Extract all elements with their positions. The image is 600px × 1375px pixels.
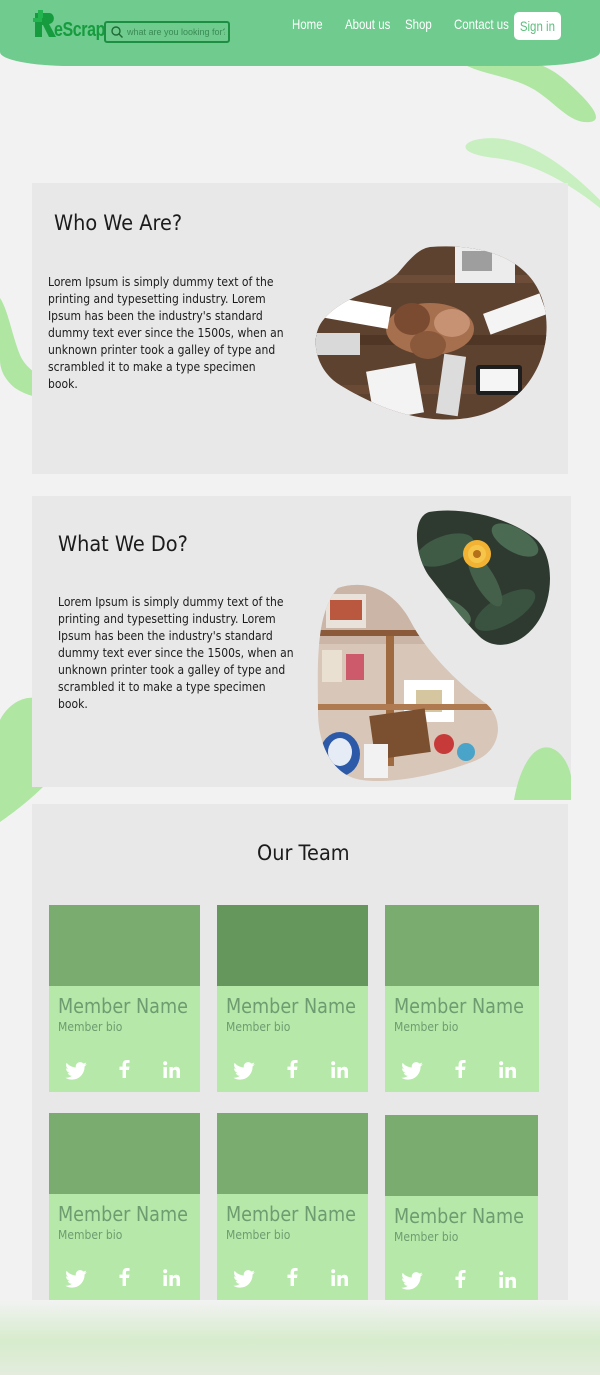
facebook-icon[interactable] <box>113 1057 137 1081</box>
who-we-are-title: Who We Are? <box>54 211 183 235</box>
member-name: Member Name <box>58 994 188 1018</box>
search-icon <box>111 26 123 38</box>
sign-in-label: Sign in <box>519 18 556 34</box>
member-bio: Member bio <box>226 1020 291 1034</box>
search-box[interactable] <box>104 21 230 43</box>
linkedin-icon[interactable] <box>159 1265 183 1289</box>
team-member-card: Member Name Member bio <box>217 905 368 1092</box>
member-bio: Member bio <box>58 1020 123 1034</box>
nav-home[interactable]: Home <box>292 16 323 36</box>
decor-blob-corner <box>514 747 571 800</box>
member-name: Member Name <box>226 1202 356 1226</box>
team-member-card: Member Name Member bio <box>385 905 539 1092</box>
shop-shelf-image <box>317 584 498 782</box>
member-bio: Member bio <box>394 1020 459 1034</box>
linkedin-icon[interactable] <box>327 1265 351 1289</box>
search-input[interactable] <box>127 27 225 37</box>
our-team-title: Our Team <box>257 841 350 865</box>
member-photo <box>385 905 539 986</box>
twitter-icon[interactable] <box>232 1059 256 1083</box>
member-bio: Member bio <box>226 1228 291 1242</box>
nav-contact-us[interactable]: Contact us <box>454 16 509 36</box>
what-we-do-section: What We Do? Lorem Ipsum is simply dummy … <box>32 496 571 800</box>
member-bio: Member bio <box>394 1230 459 1244</box>
team-member-card: Member Name Member bio <box>49 1113 200 1300</box>
what-we-do-title: What We Do? <box>58 532 188 556</box>
member-name: Member Name <box>394 1204 524 1228</box>
facebook-icon[interactable] <box>281 1057 305 1081</box>
linkedin-icon[interactable] <box>495 1267 519 1291</box>
twitter-icon[interactable] <box>232 1267 256 1291</box>
member-bio: Member bio <box>58 1228 123 1242</box>
facebook-icon[interactable] <box>281 1265 305 1289</box>
member-name: Member Name <box>394 994 524 1018</box>
nav-shop[interactable]: Shop <box>405 16 432 36</box>
linkedin-icon[interactable] <box>495 1057 519 1081</box>
linkedin-icon[interactable] <box>327 1057 351 1081</box>
facebook-icon[interactable] <box>449 1267 473 1291</box>
member-photo <box>385 1115 538 1196</box>
footer-fade <box>0 1300 600 1375</box>
member-name: Member Name <box>226 994 356 1018</box>
facebook-icon[interactable] <box>113 1265 137 1289</box>
site-header: eScrap Home About us Shop Contact us Sig… <box>0 0 600 66</box>
member-photo <box>49 1113 200 1194</box>
teamwork-image <box>315 246 547 420</box>
linkedin-icon[interactable] <box>159 1057 183 1081</box>
team-member-card: Member Name Member bio <box>49 905 200 1092</box>
team-member-card: Member Name Member bio <box>385 1115 538 1301</box>
sign-in-button[interactable]: Sign in <box>514 12 561 40</box>
twitter-icon[interactable] <box>64 1059 88 1083</box>
twitter-icon[interactable] <box>400 1269 424 1293</box>
twitter-icon[interactable] <box>64 1267 88 1291</box>
what-we-do-text: Lorem Ipsum is simply dummy text of the … <box>58 595 294 711</box>
facebook-icon[interactable] <box>449 1057 473 1081</box>
nav-about-us[interactable]: About us <box>345 16 390 36</box>
member-photo <box>217 1113 368 1194</box>
member-photo <box>49 905 200 986</box>
who-we-are-section: Who We Are? Lorem Ipsum is simply dummy … <box>32 183 568 474</box>
team-member-card: Member Name Member bio <box>217 1113 368 1300</box>
member-photo <box>217 905 368 986</box>
member-name: Member Name <box>58 1202 188 1226</box>
twitter-icon[interactable] <box>400 1059 424 1083</box>
who-we-are-text: Lorem Ipsum is simply dummy text of the … <box>48 275 284 391</box>
logo-text: eScrap <box>54 18 105 41</box>
